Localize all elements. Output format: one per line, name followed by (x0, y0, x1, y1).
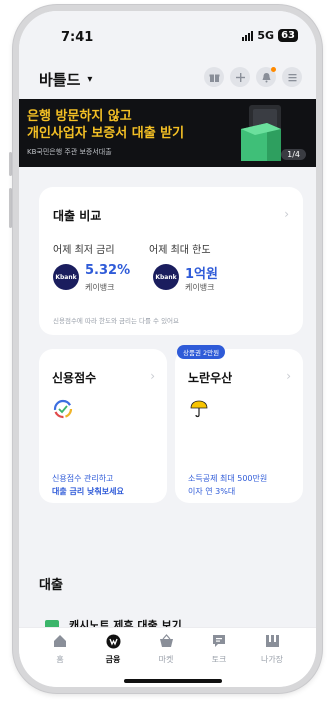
status-indicators: 5G 63 (242, 29, 298, 42)
bottom-tab-bar: 홈 금융 마켓 토크 나가장 (19, 627, 316, 687)
status-bar: 7:41 5G 63 (19, 11, 316, 55)
credit-line-1: 신용점수 관리하고 (52, 474, 114, 483)
voucher-badge: 상품권 2만원 (177, 345, 226, 359)
banner-line-2: 개인사업자 보증서 대출 받기 (27, 126, 185, 141)
kbank-logo-2: Kbank (153, 264, 179, 290)
chevron-right-icon: › (150, 369, 155, 383)
chat-icon (196, 634, 242, 652)
signal-icon (242, 30, 254, 41)
min-rate-label: 어제 최저 금리 (53, 245, 115, 256)
promo-banner[interactable]: 은행 방문하지 않고 개인사업자 보증서 대출 받기 KB국민은행 주관 보증서… (19, 99, 316, 167)
tab-finance[interactable]: 금융 (90, 634, 136, 665)
basket-icon (143, 634, 189, 652)
loan-compare-title: 대출 비교 (53, 209, 102, 223)
brand-selector[interactable]: 바틀드 ▾ (39, 69, 92, 90)
max-limit-bank: 케이뱅크 (185, 283, 215, 292)
tab-market[interactable]: 마켓 (143, 634, 189, 665)
home-icon (37, 634, 83, 652)
umbrella-icon (190, 400, 208, 418)
max-limit-value: 1억원 (185, 267, 218, 282)
tab-label: 토크 (211, 655, 227, 664)
banner-subtext: KB국민은행 주관 보증서대출 (27, 148, 112, 156)
tab-store[interactable]: 나가장 (249, 634, 295, 665)
tab-label: 금융 (105, 655, 121, 664)
gift-icon[interactable] (204, 67, 224, 87)
app-header: 바틀드 ▾ (19, 63, 316, 97)
network-type: 5G (257, 29, 275, 42)
umbrella-line-1: 소득공제 최대 500만원 (188, 474, 268, 483)
kbank-logo: Kbank (53, 264, 79, 290)
credit-gauge-icon (53, 399, 73, 419)
phone-frame: 7:41 5G 63 바틀드 ▾ 은행 방문하지 않고 개인사업자 보증서 대출… (13, 5, 322, 693)
credit-score-title: 신용점수 (52, 371, 97, 385)
volume-up-button (9, 188, 12, 228)
umbrella-title: 노란우산 (188, 371, 233, 385)
brand-name: 바틀드 (39, 71, 81, 89)
loan-compare-note: 신용점수에 따라 한도와 금리는 다를 수 있어요 (53, 317, 180, 325)
chevron-right-icon: › (284, 207, 289, 221)
tab-label: 홈 (56, 655, 64, 664)
phone-screen: 7:41 5G 63 바틀드 ▾ 은행 방문하지 않고 개인사업자 보증서 대출… (19, 11, 316, 687)
credit-line-2: 대출 금리 낮춰보세요 (52, 487, 124, 496)
max-limit-label: 어제 최대 한도 (149, 245, 211, 256)
home-indicator (124, 679, 222, 683)
store-icon (249, 634, 295, 652)
add-icon[interactable] (230, 67, 250, 87)
tab-talk[interactable]: 토크 (196, 634, 242, 665)
status-time: 7:41 (61, 30, 94, 45)
tab-home[interactable]: 홈 (37, 634, 83, 665)
credit-score-card[interactable]: 신용점수 › 신용점수 관리하고 대출 금리 낮춰보세요 (39, 349, 167, 503)
min-rate-value: 5.32% (85, 263, 131, 278)
min-rate-bank: 케이뱅크 (85, 283, 115, 292)
loan-compare-card[interactable]: 대출 비교 › 어제 최저 금리 어제 최대 한도 Kbank 5.32% 케이… (39, 187, 303, 335)
bell-icon[interactable] (256, 67, 276, 87)
menu-icon[interactable] (282, 67, 302, 87)
loan-section-title: 대출 (39, 578, 63, 593)
notification-dot (271, 67, 276, 72)
tab-label: 마켓 (158, 655, 174, 664)
tab-label: 나가장 (260, 655, 284, 664)
finance-icon (90, 634, 136, 652)
mute-switch (9, 152, 12, 176)
battery-icon: 63 (278, 29, 298, 42)
caret-down-icon: ▾ (87, 74, 93, 85)
umbrella-line-2: 이자 연 3%대 (188, 487, 236, 496)
banner-page-indicator: 1/4 (281, 149, 306, 160)
chevron-right-icon: › (286, 369, 291, 383)
header-actions (204, 67, 302, 87)
yellow-umbrella-card[interactable]: 노란우산 › 소득공제 최대 500만원 이자 연 3%대 (175, 349, 303, 503)
